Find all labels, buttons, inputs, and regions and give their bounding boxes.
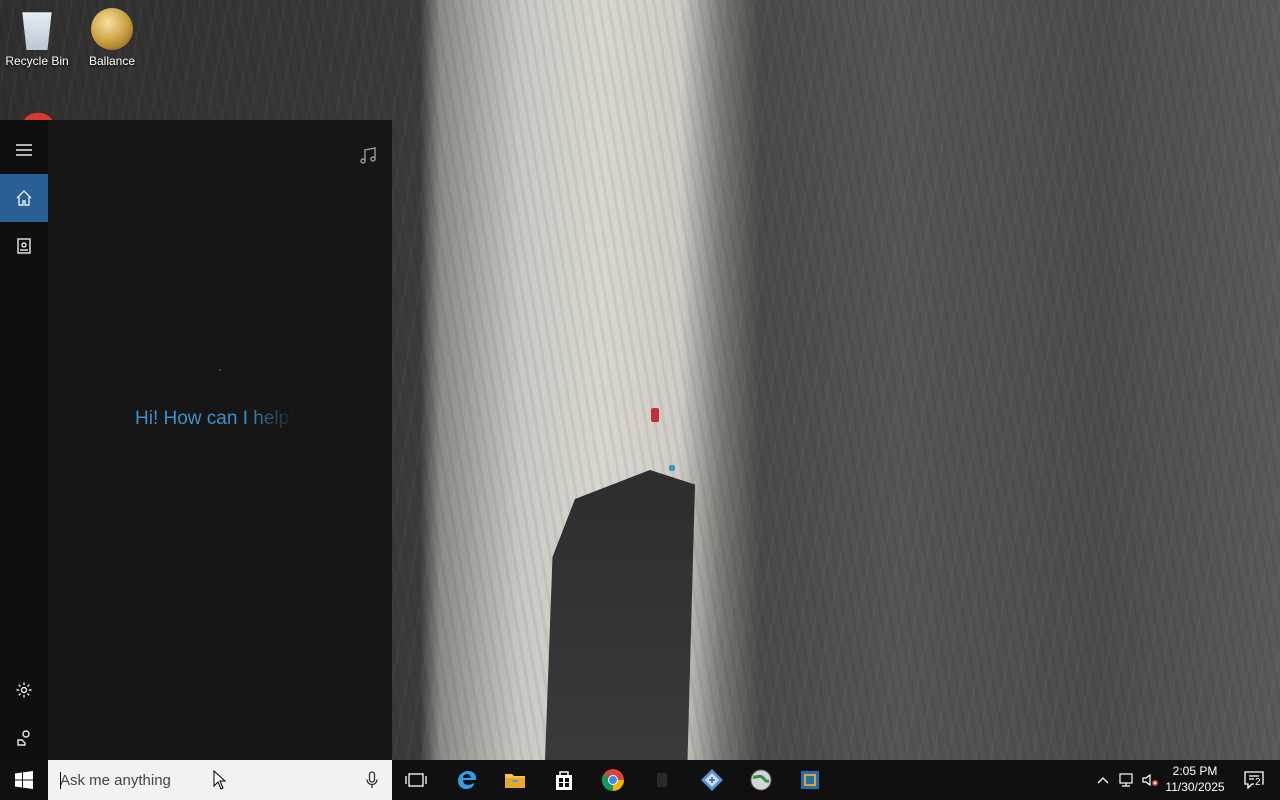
ballance-icon (91, 8, 133, 50)
file-explorer-icon (505, 774, 525, 788)
chrome-icon (602, 769, 624, 791)
search-input[interactable] (48, 760, 338, 800)
mouse-cursor (213, 769, 227, 795)
feedback-icon (17, 730, 30, 746)
notebook-button[interactable] (0, 222, 48, 270)
notification-count-badge: 2 (1254, 777, 1262, 788)
taskbar-app-store[interactable] (540, 760, 588, 800)
desktop-icon-label: Recycle Bin (5, 54, 69, 68)
windows-logo-icon (15, 771, 33, 789)
chevron-up-icon (1097, 777, 1109, 784)
start-button[interactable] (0, 760, 48, 800)
volume-muted-icon (1142, 773, 1158, 787)
mouse-pointer-icon (213, 769, 227, 790)
microphone-icon (366, 771, 378, 788)
music-note-icon (360, 147, 376, 164)
diamond-app-icon (701, 769, 723, 791)
cortana-greeting: Hi! How can I help? (135, 408, 295, 429)
volume-button[interactable] (1139, 760, 1161, 800)
hamburger-menu-button[interactable] (0, 126, 48, 174)
settings-button[interactable] (0, 666, 48, 714)
store-icon (556, 771, 572, 790)
taskbar-app-chrome[interactable] (589, 760, 637, 800)
taskbar-app-diamond[interactable] (688, 760, 736, 800)
text-caret (60, 772, 61, 789)
clock[interactable]: 2:05 PM 11/30/2025 (1162, 763, 1228, 795)
cortana-panel: Hi! How can I help? (0, 120, 392, 760)
recycle-bin-icon (22, 12, 52, 50)
clock-date: 11/30/2025 (1165, 780, 1225, 794)
gear-icon (16, 682, 32, 698)
clock-time: 2:05 PM (1172, 764, 1218, 778)
hamburger-menu-icon (16, 144, 32, 156)
desktop-icon-label: Ballance (88, 54, 136, 68)
show-hidden-icons-button[interactable] (1092, 760, 1114, 800)
home-button[interactable] (0, 174, 48, 222)
taskbar-app-unknown[interactable] (638, 760, 686, 800)
globe-app-icon (750, 769, 772, 791)
taskbar-app-virtualbox[interactable] (786, 760, 834, 800)
taskbar: 2:05 PM 11/30/2025 2 (0, 760, 1280, 800)
music-recognition-button[interactable] (356, 144, 380, 168)
task-view-button[interactable] (392, 760, 440, 800)
desktop-icon-recycle-bin[interactable]: Recycle Bin (0, 2, 74, 68)
notebook-icon (17, 238, 31, 254)
taskbar-app-file-explorer[interactable] (491, 760, 539, 800)
taskbar-app-globe[interactable] (737, 760, 785, 800)
taskbar-app-edge[interactable] (443, 760, 491, 800)
task-view-icon (405, 773, 427, 787)
loading-dot (219, 369, 221, 371)
network-icon (1119, 773, 1133, 787)
feedback-button[interactable] (0, 714, 48, 762)
edge-icon (458, 771, 476, 789)
desktop-icon-ballance[interactable]: Ballance (75, 2, 149, 68)
network-button[interactable] (1115, 760, 1137, 800)
action-center-button[interactable]: 2 (1236, 760, 1272, 800)
wallpaper-climber (651, 408, 659, 422)
virtualbox-icon (801, 771, 819, 789)
wallpaper-climber (669, 465, 675, 471)
home-icon (16, 190, 32, 206)
microphone-button[interactable] (362, 770, 382, 790)
cortana-rail (0, 120, 48, 760)
unknown-app-icon (657, 773, 667, 787)
